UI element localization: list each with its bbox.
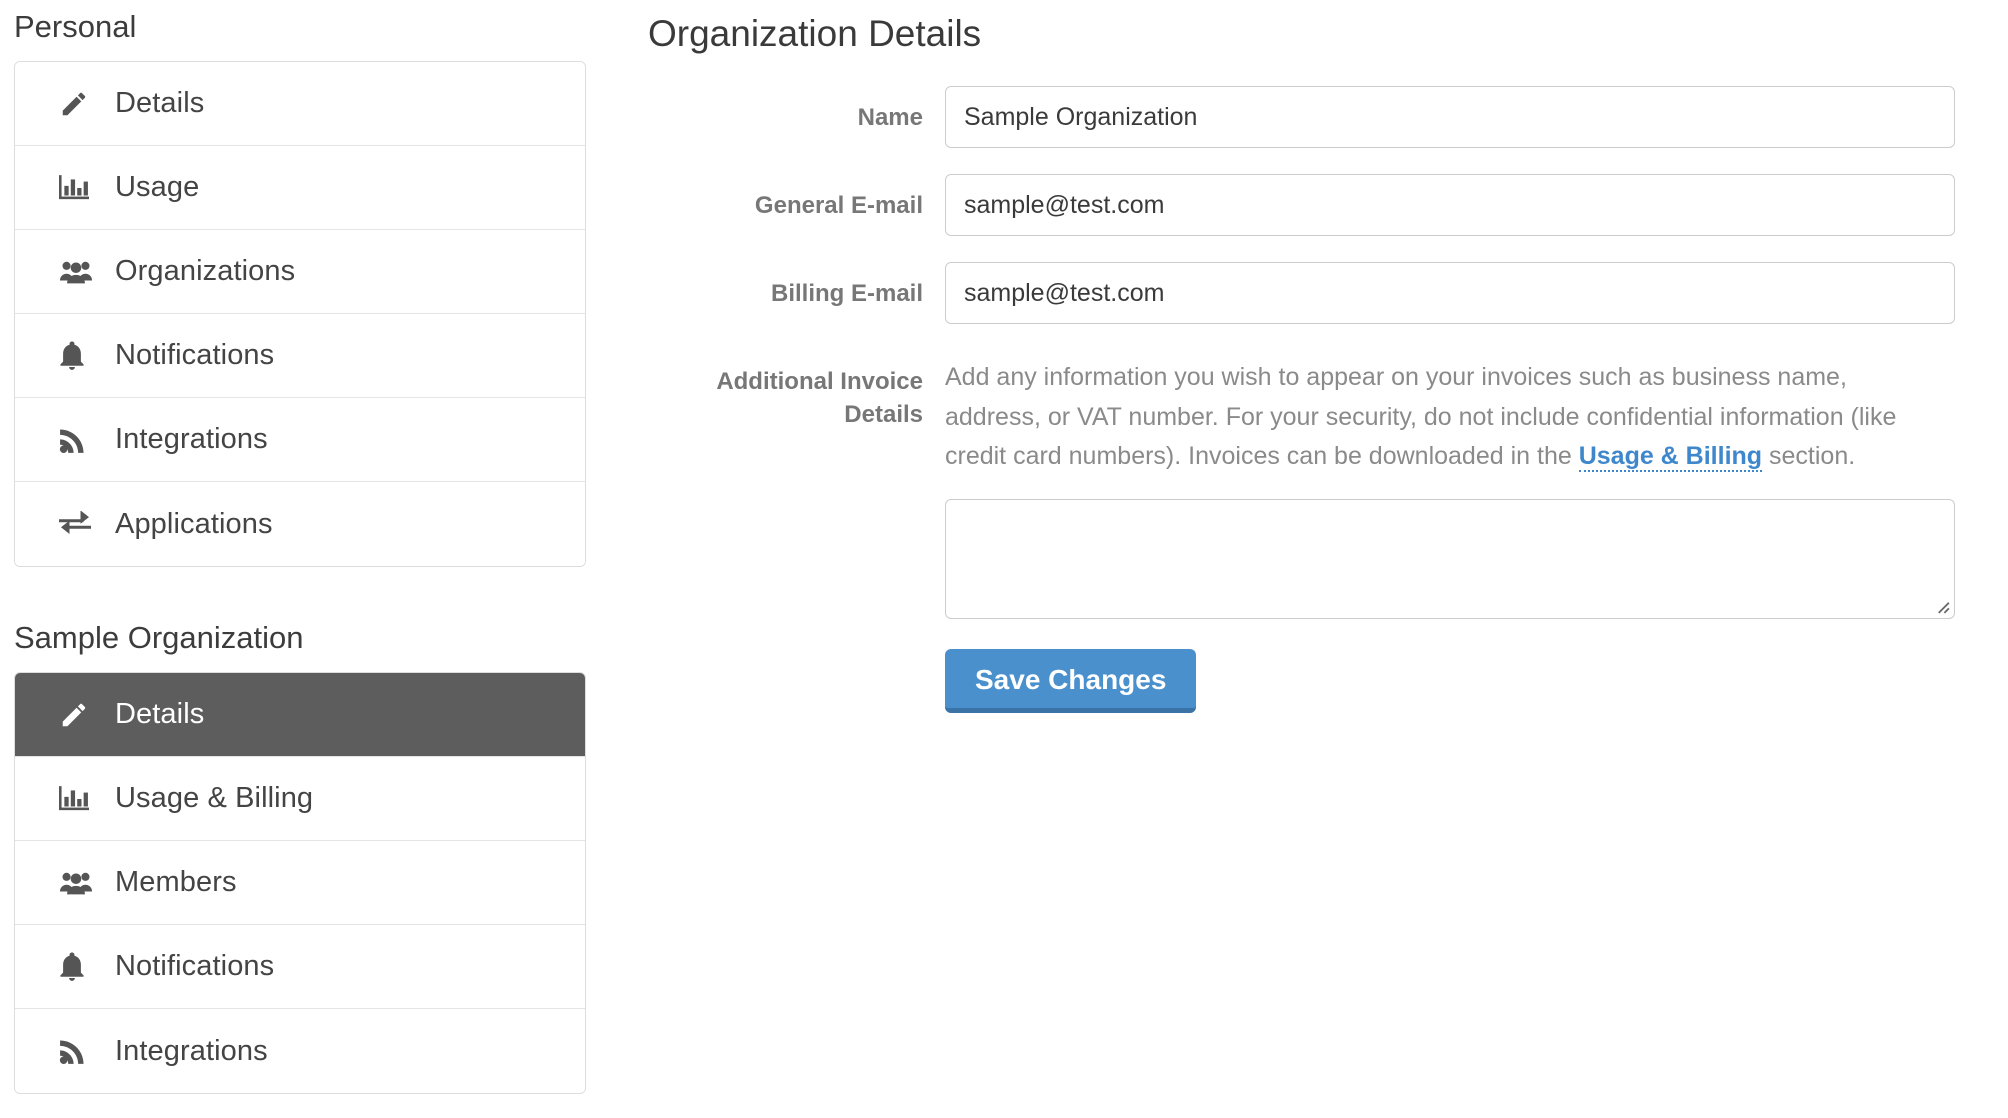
sidebar-item-personal-details[interactable]: Details: [15, 62, 585, 147]
users-group-icon: [59, 257, 93, 287]
sidebar-item-org-details[interactable]: Details: [15, 673, 585, 758]
main-content: Organization Details Name General E-mail…: [640, 0, 1990, 739]
form-row-invoice-details: Additional Invoice Details Add any infor…: [640, 350, 1990, 713]
form-row-billing-email: Billing E-mail: [640, 262, 1990, 325]
sidebar-item-label: Organizations: [115, 255, 296, 288]
sidebar-item-personal-notifications[interactable]: Notifications: [15, 314, 585, 399]
sidebar-item-label: Integrations: [115, 423, 268, 456]
invoice-details-textarea-box: [945, 498, 1955, 619]
sidebar-item-org-integrations[interactable]: Integrations: [15, 1009, 585, 1094]
sidebar-item-label: Notifications: [115, 339, 275, 372]
sidebar-item-personal-usage[interactable]: Usage: [15, 146, 585, 231]
rss-icon: [59, 1036, 93, 1066]
form-row-general-email: General E-mail: [640, 174, 1990, 237]
rss-icon: [59, 425, 93, 455]
name-input[interactable]: [945, 86, 1955, 149]
sidebar-item-personal-organizations[interactable]: Organizations: [15, 230, 585, 315]
general-email-control: [945, 174, 1955, 237]
sidebar-item-label: Members: [115, 866, 237, 899]
sidebar-item-org-members[interactable]: Members: [15, 841, 585, 926]
sidebar-item-label: Notifications: [115, 950, 275, 983]
invoice-details-control: Add any information you wish to appear o…: [945, 350, 1955, 713]
settings-page: Personal Details Usage Organizations Not…: [0, 0, 2008, 1118]
invoice-details-textarea[interactable]: [945, 498, 1955, 619]
bell-icon: [59, 341, 93, 371]
sidebar-item-label: Applications: [115, 507, 273, 540]
name-label: Name: [857, 104, 923, 132]
billing-email-control: [945, 262, 1955, 325]
billing-email-label: Billing E-mail: [770, 280, 923, 308]
invoice-details-help: Add any information you wish to appear o…: [945, 350, 1945, 477]
save-changes-button[interactable]: Save Changes: [945, 648, 1197, 713]
general-email-input[interactable]: [945, 174, 1955, 237]
sidebar-nav-organization: Details Usage & Billing Members Notifica…: [14, 672, 586, 1095]
sidebar-item-label: Details: [115, 698, 205, 731]
usage-billing-link[interactable]: Usage & Billing: [1578, 442, 1763, 473]
bar-chart-icon: [59, 173, 93, 203]
name-control: [945, 86, 1955, 149]
sidebar-section-heading-organization: Sample Organization: [14, 620, 304, 656]
exchange-arrows-icon: [59, 509, 93, 539]
sidebar-item-org-usage-billing[interactable]: Usage & Billing: [15, 757, 585, 842]
pencil-icon: [59, 700, 93, 730]
sidebar-section-heading-personal: Personal: [14, 9, 137, 44]
pencil-icon: [59, 89, 93, 119]
sidebar: Personal Details Usage Organizations Not…: [0, 0, 600, 1095]
sidebar-item-label: Usage & Billing: [115, 782, 314, 815]
users-group-icon: [59, 868, 93, 898]
sidebar-item-label: Integrations: [115, 1034, 268, 1067]
billing-email-input[interactable]: [945, 262, 1955, 325]
bar-chart-icon: [59, 784, 93, 814]
sidebar-item-label: Usage: [115, 171, 200, 204]
invoice-help-text-part2: section.: [1762, 442, 1856, 471]
sidebar-item-personal-integrations[interactable]: Integrations: [15, 398, 585, 483]
sidebar-item-personal-applications[interactable]: Applications: [15, 482, 585, 567]
invoice-details-label: Additional Invoice Details: [716, 368, 923, 428]
page-title: Organization Details: [648, 13, 982, 54]
sidebar-item-org-notifications[interactable]: Notifications: [15, 925, 585, 1010]
sidebar-nav-personal: Details Usage Organizations Notification…: [14, 61, 586, 568]
form-row-name: Name: [640, 86, 1990, 149]
general-email-label: General E-mail: [754, 192, 923, 220]
bell-icon: [59, 952, 93, 982]
sidebar-item-label: Details: [115, 87, 205, 120]
